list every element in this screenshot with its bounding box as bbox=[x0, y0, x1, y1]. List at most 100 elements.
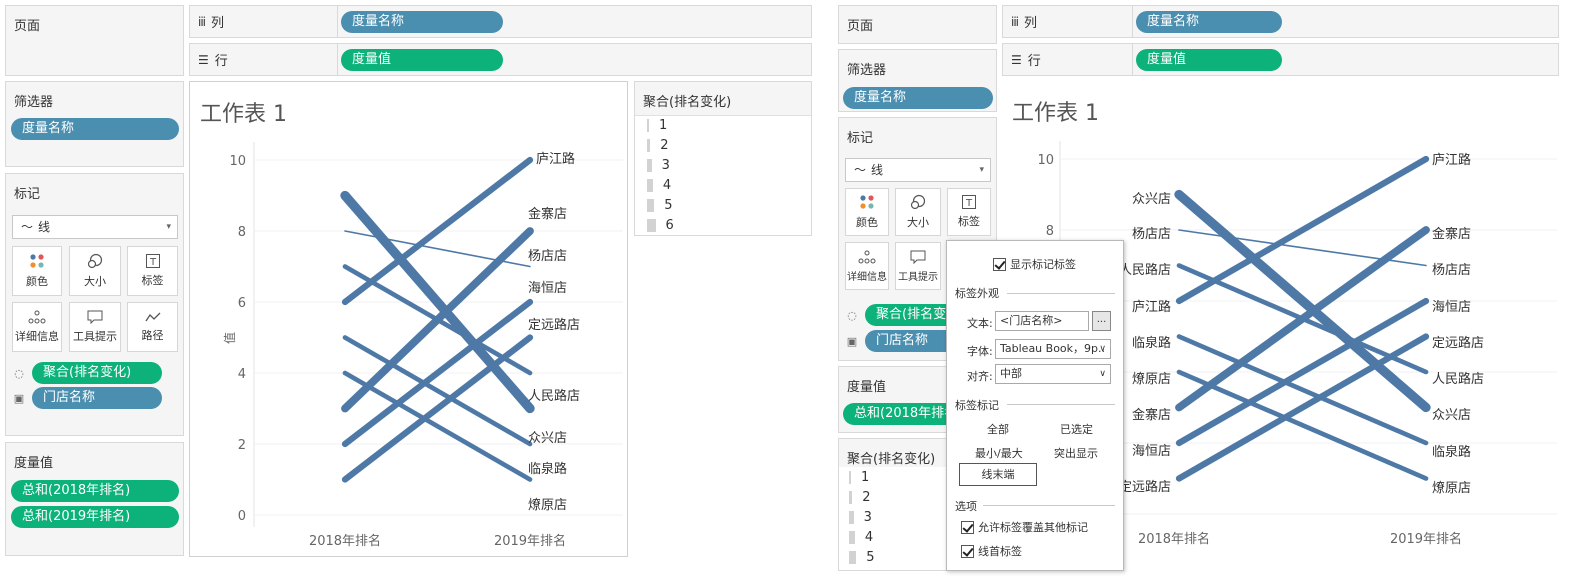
show-labels-checkbox[interactable] bbox=[993, 257, 1006, 271]
show-labels-row[interactable]: 显示标记标签 bbox=[993, 256, 1076, 272]
label-settings-popup: 显示标记标签 标签外观 文本: <门店名称> ... 字体: Tableau B… bbox=[946, 240, 1124, 571]
measure-values-card: 度量值 总和(2018年排名) 总和(2019年排名) bbox=[5, 442, 184, 556]
legend-size-swatch bbox=[849, 511, 854, 524]
opt-minmax[interactable]: 最小/最大 bbox=[975, 445, 1023, 461]
start-label: 金寨店 bbox=[1132, 407, 1171, 423]
columns-icon: iii bbox=[198, 14, 206, 29]
path-button[interactable]: 路径 bbox=[127, 302, 178, 352]
y-tick-label: 6 bbox=[238, 296, 246, 311]
path-icon bbox=[144, 312, 160, 322]
mark-type-dropdown[interactable]: 〜 线 ▾ bbox=[12, 215, 178, 239]
series-line[interactable] bbox=[1175, 333, 1430, 482]
y-tick-label: 0 bbox=[238, 509, 246, 524]
filter-pill-measure-names[interactable]: 度量名称 bbox=[11, 118, 179, 140]
tooltip-button[interactable]: 工具提示 bbox=[895, 242, 941, 290]
y-tick-label: 10 bbox=[1037, 153, 1054, 168]
legend-item[interactable]: 2 bbox=[647, 138, 669, 153]
columns-pill-measure-names[interactable]: 度量名称 bbox=[341, 11, 503, 33]
size-field-pill[interactable]: 聚合(排名变化) bbox=[32, 362, 162, 384]
mark-type-dropdown[interactable]: 〜 线 ▾ bbox=[845, 158, 991, 182]
rows-shelf[interactable]: ☰ 行 度量值 bbox=[189, 43, 812, 76]
line-start-checkbox[interactable] bbox=[961, 544, 974, 558]
legend-title: 聚合(排名变化) bbox=[643, 95, 732, 110]
rows-pill-measure-values[interactable]: 度量值 bbox=[341, 49, 503, 71]
legend-label: 4 bbox=[864, 530, 874, 545]
rows-shelf[interactable]: ☰ 行 度量值 bbox=[1002, 43, 1559, 76]
end-label: 海恒店 bbox=[1432, 300, 1471, 315]
x-tick-label: 2019年排名 bbox=[494, 533, 566, 549]
opt-selected[interactable]: 已选定 bbox=[1060, 421, 1093, 437]
align-select[interactable]: 中部 ∨ bbox=[995, 364, 1111, 384]
legend-label: 2 bbox=[862, 490, 871, 505]
color-button[interactable]: 颜色 bbox=[845, 188, 889, 236]
columns-pill-measure-names[interactable]: 度量名称 bbox=[1136, 11, 1282, 33]
size-button[interactable]: 大小 bbox=[895, 188, 941, 236]
start-label: 燎原店 bbox=[1132, 371, 1171, 387]
opt-line-end[interactable]: 线末端 bbox=[959, 463, 1037, 486]
chevron-down-icon: ▾ bbox=[166, 222, 171, 232]
measure-pill-2019[interactable]: 总和(2019年排名) bbox=[11, 506, 179, 528]
legend-size-swatch bbox=[647, 179, 653, 192]
measure-pill-2018[interactable]: 总和(2018年排名) bbox=[11, 480, 179, 502]
rows-icon: ☰ bbox=[1011, 52, 1022, 67]
size-icon bbox=[910, 194, 926, 210]
detail-icon bbox=[858, 250, 876, 263]
overlap-checkbox[interactable] bbox=[961, 520, 974, 534]
color-icon bbox=[30, 254, 44, 268]
opt-highlight[interactable]: 突出显示 bbox=[1054, 445, 1098, 461]
start-label: 人民路店 bbox=[1119, 262, 1171, 278]
pages-card: 页面 bbox=[5, 5, 184, 76]
size-button[interactable]: 大小 bbox=[69, 246, 121, 296]
legend-size-swatch bbox=[849, 531, 855, 544]
legend-item[interactable]: 5 bbox=[849, 550, 874, 565]
opt-all[interactable]: 全部 bbox=[987, 421, 1009, 437]
columns-shelf[interactable]: iii 列 度量名称 bbox=[189, 5, 812, 38]
detail-button[interactable]: 详细信息 bbox=[12, 302, 62, 352]
legend-size-swatch bbox=[849, 491, 853, 504]
legend-item[interactable]: 4 bbox=[647, 178, 671, 193]
columns-shelf-label: iii 列 bbox=[198, 14, 225, 32]
size-icon: ◌ bbox=[847, 308, 857, 322]
rows-shelf-label: ☰ 行 bbox=[1011, 52, 1041, 70]
font-select[interactable]: Tableau Book，9p.. ∨ bbox=[995, 339, 1111, 359]
legend-label: 6 bbox=[665, 218, 674, 233]
series-line[interactable] bbox=[341, 334, 534, 483]
overlap-row[interactable]: 允许标签覆盖其他标记 bbox=[961, 519, 1088, 535]
end-label: 众兴店 bbox=[1432, 408, 1471, 423]
legend-item[interactable]: 4 bbox=[849, 530, 873, 545]
filters-card: 筛选器 度量名称 bbox=[5, 81, 184, 167]
label-button[interactable]: T 标签 bbox=[127, 246, 178, 296]
detail-icon bbox=[28, 310, 46, 324]
label-icon: T bbox=[962, 195, 976, 209]
legend-item[interactable]: 6 bbox=[647, 218, 674, 233]
pages-card: 页面 bbox=[838, 5, 997, 44]
measure-values-title: 度量值 bbox=[14, 456, 54, 471]
tooltip-icon bbox=[87, 310, 103, 324]
columns-shelf[interactable]: iii 列 度量名称 bbox=[1002, 5, 1559, 38]
color-button[interactable]: 颜色 bbox=[12, 246, 62, 296]
text-field[interactable]: <门店名称> bbox=[995, 311, 1089, 331]
marks-title: 标记 bbox=[847, 131, 874, 146]
x-tick-label: 2018年排名 bbox=[309, 533, 381, 549]
rows-pill-measure-values[interactable]: 度量值 bbox=[1136, 49, 1282, 71]
label-button[interactable]: T 标签 bbox=[947, 188, 991, 236]
legend-item[interactable]: 5 bbox=[647, 198, 672, 213]
legend-title: 聚合(排名变化) bbox=[847, 452, 936, 467]
line-start-row[interactable]: 线首标签 bbox=[961, 543, 1022, 559]
font-label: 字体: bbox=[967, 345, 993, 358]
end-label: 杨店店 bbox=[1432, 263, 1471, 278]
tooltip-button[interactable]: 工具提示 bbox=[69, 302, 121, 352]
filter-pill-measure-names[interactable]: 度量名称 bbox=[843, 87, 993, 109]
legend-item[interactable]: 3 bbox=[647, 158, 670, 173]
legend-item[interactable]: 1 bbox=[647, 118, 667, 133]
label-field-pill[interactable]: 门店名称 bbox=[32, 387, 162, 409]
legend-size-swatch bbox=[647, 159, 652, 172]
legend-item[interactable]: 2 bbox=[849, 490, 871, 505]
legend-item[interactable]: 1 bbox=[849, 470, 869, 485]
line-mark-icon: 〜 bbox=[854, 163, 867, 177]
text-edit-button[interactable]: ... bbox=[1092, 311, 1111, 331]
detail-button[interactable]: 详细信息 bbox=[845, 242, 889, 290]
chevron-down-icon: ∨ bbox=[1099, 344, 1106, 354]
end-label: 人民路店 bbox=[1432, 371, 1484, 387]
legend-item[interactable]: 3 bbox=[849, 510, 872, 525]
